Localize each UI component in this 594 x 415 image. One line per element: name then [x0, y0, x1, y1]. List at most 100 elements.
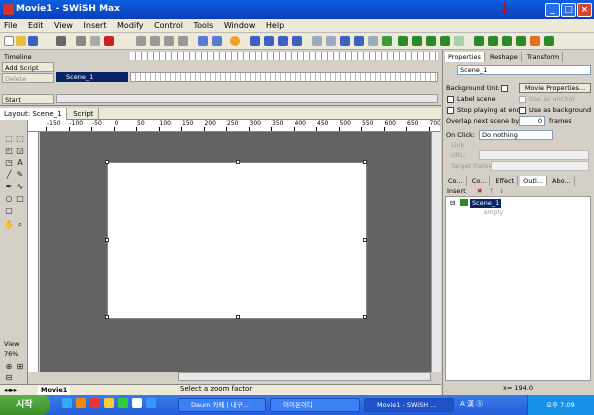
insert-remove-icon[interactable] [516, 36, 526, 46]
insert-button-icon[interactable] [426, 36, 436, 46]
cut-icon[interactable] [56, 36, 66, 46]
background-tint-swatch[interactable] [501, 85, 508, 92]
menu-help[interactable]: Help [262, 19, 288, 33]
timeline-scene-row[interactable]: Scene_1 [56, 72, 128, 82]
stage-vertical-scrollbar[interactable] [431, 132, 441, 372]
export-icon[interactable] [544, 36, 554, 46]
rectangle-tool-icon[interactable]: □ [15, 194, 25, 204]
timeline-track[interactable] [130, 72, 438, 82]
tab-content[interactable]: Co... [445, 176, 467, 186]
movie-area[interactable] [105, 160, 367, 319]
outline-scene-item[interactable]: Scene_1 [470, 199, 502, 208]
bezier-tool-icon[interactable]: ∿ [15, 182, 25, 192]
move-down-icon[interactable]: ↓ [499, 187, 504, 196]
tab-movie1[interactable]: Movie1 [38, 386, 71, 395]
stop-playing-checkbox[interactable] [447, 107, 454, 114]
zoom-in-icon[interactable]: ⊞ [15, 362, 25, 372]
insert-text-icon[interactable] [454, 36, 464, 46]
align-right-icon[interactable] [164, 36, 174, 46]
tab-script[interactable]: Script [69, 108, 99, 120]
resize-handle[interactable] [105, 315, 109, 319]
tab-effect[interactable]: Effect [492, 176, 519, 186]
tab-transform[interactable]: Transform [524, 52, 564, 62]
label-scene-checkbox[interactable] [447, 96, 454, 103]
quicklaunch-icon[interactable] [146, 398, 156, 408]
undo-icon[interactable] [198, 36, 208, 46]
hand-tool-icon[interactable]: ✋ [4, 220, 14, 230]
task-daum-cafe[interactable]: Daum 카페 | 내구... [178, 398, 266, 412]
motion-path-icon[interactable]: ◳ [4, 158, 14, 168]
stop-icon[interactable] [250, 36, 260, 46]
overlap-field[interactable]: 0 [519, 116, 545, 126]
url-field[interactable] [479, 150, 589, 160]
menu-view[interactable]: View [50, 19, 77, 33]
reshape-tool-icon[interactable]: ⬚ [15, 134, 25, 144]
distribute-icon[interactable] [178, 36, 188, 46]
zoom-fit-icon[interactable]: ⊕ [4, 362, 14, 372]
save-icon[interactable] [28, 36, 38, 46]
task-folder[interactable]: 이이온이디 [270, 398, 360, 412]
step-icon[interactable] [292, 36, 302, 46]
task-swish[interactable]: Movie1 - SWiSH ... [364, 398, 454, 412]
nav-arrows-icon[interactable]: ◂◂▸▸ [4, 386, 17, 395]
stage-horizontal-scrollbar[interactable] [178, 372, 431, 381]
insert-effect-icon[interactable] [474, 36, 484, 46]
resize-handle[interactable] [236, 160, 240, 164]
quicklaunch-icon[interactable] [90, 398, 100, 408]
on-click-select[interactable]: Do nothing [479, 130, 553, 140]
first-frame-icon[interactable] [312, 36, 322, 46]
copy-icon[interactable] [76, 36, 86, 46]
start-button[interactable]: Start [2, 94, 54, 104]
last-frame-icon[interactable] [354, 36, 364, 46]
quicklaunch-icon[interactable] [76, 398, 86, 408]
delete-button[interactable]: Delete [2, 73, 54, 83]
ellipse-tool-icon[interactable]: ○ [4, 194, 14, 204]
line-tool-icon[interactable]: ╱ [4, 170, 14, 180]
resize-handle[interactable] [363, 315, 367, 319]
insert-sound-icon[interactable] [530, 36, 540, 46]
preview-icon[interactable] [382, 36, 392, 46]
timeline-scrollbar[interactable] [56, 94, 438, 103]
tab-properties[interactable]: Properties [445, 52, 485, 62]
movie-properties-button[interactable]: Movie Properties... [519, 83, 591, 93]
rounded-rect-icon[interactable]: ▢ [4, 206, 14, 216]
zoom-out-icon[interactable]: ⊟ [4, 373, 14, 383]
target-frame-field[interactable] [491, 161, 589, 171]
quicklaunch-icon[interactable] [104, 398, 114, 408]
close-button[interactable]: × [577, 3, 592, 17]
menu-window[interactable]: Window [220, 19, 260, 33]
next-frame-icon[interactable] [340, 36, 350, 46]
delete-icon[interactable]: ✖ [477, 187, 482, 196]
open-folder-icon[interactable] [16, 36, 26, 46]
tab-components[interactable]: Co... [469, 176, 491, 186]
stage-canvas[interactable] [40, 132, 431, 372]
insert-scene-icon[interactable] [398, 36, 408, 46]
redo-icon[interactable] [212, 36, 222, 46]
subselect-tool-icon[interactable]: ◰ [4, 146, 14, 156]
menu-modify[interactable]: Modify [113, 19, 148, 33]
menu-insert[interactable]: Insert [80, 19, 111, 33]
tab-reshape[interactable]: Reshape [487, 52, 522, 62]
minimize-button[interactable]: _ [545, 3, 560, 17]
pencil-tool-icon[interactable]: ✎ [15, 170, 25, 180]
start-button[interactable]: 시작 [0, 395, 50, 415]
align-center-icon[interactable] [150, 36, 160, 46]
menu-file[interactable]: File [0, 19, 21, 33]
select-tool-icon[interactable]: ⬚ [4, 134, 14, 144]
outline-insert-button[interactable]: Insert [447, 187, 466, 196]
play-timeline-icon[interactable] [278, 36, 288, 46]
tab-outline[interactable]: Outl... [520, 176, 547, 186]
prev-frame-icon[interactable] [326, 36, 336, 46]
scene-name-field[interactable]: Scene_1 [457, 65, 591, 75]
quicklaunch-icon[interactable] [118, 398, 128, 408]
expand-icon[interactable]: ⊟ [450, 199, 455, 208]
resize-handle[interactable] [363, 238, 367, 242]
ime-indicator[interactable]: A 漢 ⓑ [460, 400, 483, 409]
add-script-button[interactable]: Add Script [2, 62, 54, 72]
paste-icon[interactable] [90, 36, 100, 46]
play-icon[interactable] [264, 36, 274, 46]
menu-edit[interactable]: Edit [24, 19, 48, 33]
help-icon[interactable] [230, 36, 240, 46]
align-icon[interactable] [136, 36, 146, 46]
insert-sprite-icon[interactable] [412, 36, 422, 46]
